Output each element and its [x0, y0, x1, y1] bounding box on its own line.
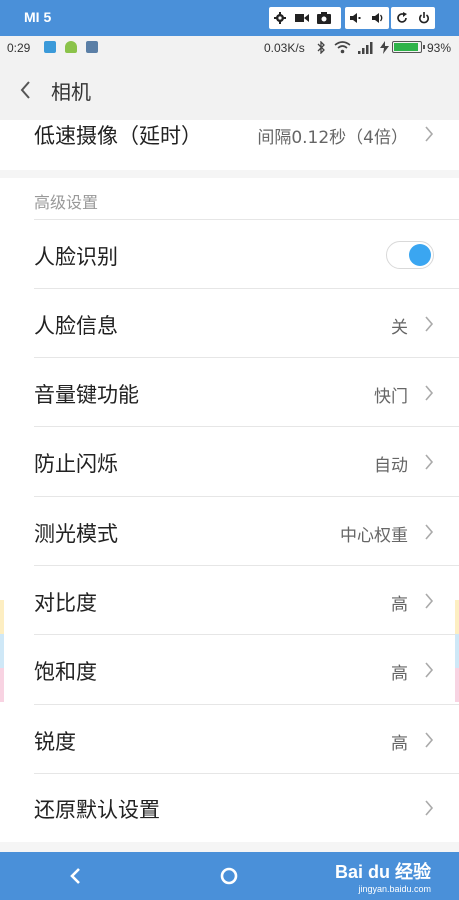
- setting-label: 人脸识别: [34, 245, 118, 269]
- network-speed: 0.03K/s: [264, 41, 305, 55]
- watermark-url: jingyan.baidu.com: [358, 884, 431, 894]
- signal-icon: [358, 42, 373, 54]
- battery-fill: [394, 43, 418, 51]
- chevron-right-icon: [425, 385, 434, 401]
- bluetooth-icon: [317, 41, 325, 54]
- rotate-icon[interactable]: [391, 7, 413, 29]
- volume-down-icon[interactable]: [345, 7, 367, 29]
- edge-decoration: [0, 668, 4, 702]
- navigation-bar: Bai du 经验 jingyan.baidu.com: [0, 852, 459, 900]
- setting-label: 测光模式: [34, 522, 118, 546]
- chevron-right-icon: [425, 662, 434, 678]
- setting-row-reset-defaults[interactable]: 还原默认设置: [0, 774, 459, 842]
- setting-row-time-lapse[interactable]: 低速摄像（延时） 间隔0.12秒（4倍）: [0, 120, 459, 170]
- setting-row-metering[interactable]: 测光模式 中心权重: [0, 497, 459, 566]
- setting-row-sharpness[interactable]: 锐度 高: [0, 705, 459, 774]
- chevron-right-icon: [425, 126, 434, 142]
- setting-value: 关: [391, 318, 408, 338]
- edge-decoration: [0, 600, 4, 634]
- chevron-right-icon: [425, 454, 434, 470]
- setting-row-volume-key[interactable]: 音量键功能 快门: [0, 358, 459, 427]
- setting-value: 间隔0.12秒（4倍）: [257, 128, 408, 148]
- setting-row-contrast[interactable]: 对比度 高: [0, 566, 459, 635]
- emulator-power-group: [391, 7, 435, 29]
- emulator-media-group: [269, 7, 341, 29]
- emulator-toolbar: MI 5: [0, 0, 459, 36]
- setting-value: 高: [391, 595, 408, 615]
- status-bar: 0:29 0.03K/s 93%: [0, 36, 459, 60]
- setting-label: 锐度: [34, 730, 76, 754]
- page-title: 相机: [51, 80, 91, 104]
- app-notification-icon: [44, 41, 56, 53]
- chevron-right-icon: [425, 524, 434, 540]
- nav-home-icon[interactable]: [219, 866, 239, 886]
- chevron-right-icon: [425, 732, 434, 748]
- charging-icon: [380, 41, 389, 54]
- edge-decoration: [0, 634, 4, 668]
- page-header: 相机: [0, 60, 459, 120]
- edge-decoration: [455, 600, 459, 634]
- watermark-brand: Bai du 经验: [334, 862, 431, 882]
- watermark: Bai du 经验 jingyan.baidu.com: [335, 858, 431, 894]
- nav-back-icon[interactable]: [68, 866, 84, 886]
- chevron-right-icon: [425, 316, 434, 332]
- setting-row-face-recognition[interactable]: 人脸识别: [0, 220, 459, 289]
- edge-decoration: [455, 668, 459, 702]
- setting-label: 对比度: [34, 591, 97, 615]
- battery-icon: [392, 41, 425, 53]
- gear-icon[interactable]: [269, 7, 291, 29]
- toggle-knob: [409, 244, 431, 266]
- section-header-advanced: 高级设置: [0, 178, 459, 220]
- setting-row-saturation[interactable]: 饱和度 高: [0, 635, 459, 705]
- device-name: MI 5: [24, 9, 52, 25]
- setting-label: 人脸信息: [34, 314, 118, 338]
- section-title: 高级设置: [34, 193, 99, 212]
- image-notification-icon: [86, 41, 98, 53]
- emulator-volume-group: [345, 7, 389, 29]
- setting-value: 高: [391, 734, 408, 754]
- edge-decoration: [455, 634, 459, 668]
- setting-row-face-info[interactable]: 人脸信息 关: [0, 289, 459, 358]
- setting-row-anti-flicker[interactable]: 防止闪烁 自动: [0, 427, 459, 497]
- battery-percent: 93%: [427, 41, 452, 55]
- android-icon: [65, 41, 77, 53]
- wifi-icon: [334, 41, 351, 54]
- setting-label: 还原默认设置: [34, 798, 160, 822]
- face-recognition-toggle[interactable]: [386, 241, 434, 269]
- setting-value: 自动: [374, 456, 408, 476]
- setting-label: 防止闪烁: [34, 452, 118, 476]
- power-icon[interactable]: [413, 7, 435, 29]
- camera-icon[interactable]: [313, 7, 335, 29]
- setting-value: 快门: [374, 387, 408, 407]
- volume-up-icon[interactable]: [367, 7, 389, 29]
- setting-label: 低速摄像（延时）: [34, 124, 202, 148]
- chevron-right-icon: [425, 800, 434, 816]
- setting-value: 中心权重: [340, 526, 408, 546]
- setting-label: 饱和度: [34, 660, 97, 684]
- setting-value: 高: [391, 664, 408, 684]
- video-camera-icon[interactable]: [291, 7, 313, 29]
- setting-label: 音量键功能: [34, 383, 139, 407]
- chevron-right-icon: [425, 593, 434, 609]
- back-icon[interactable]: [17, 79, 37, 101]
- status-time: 0:29: [7, 41, 31, 55]
